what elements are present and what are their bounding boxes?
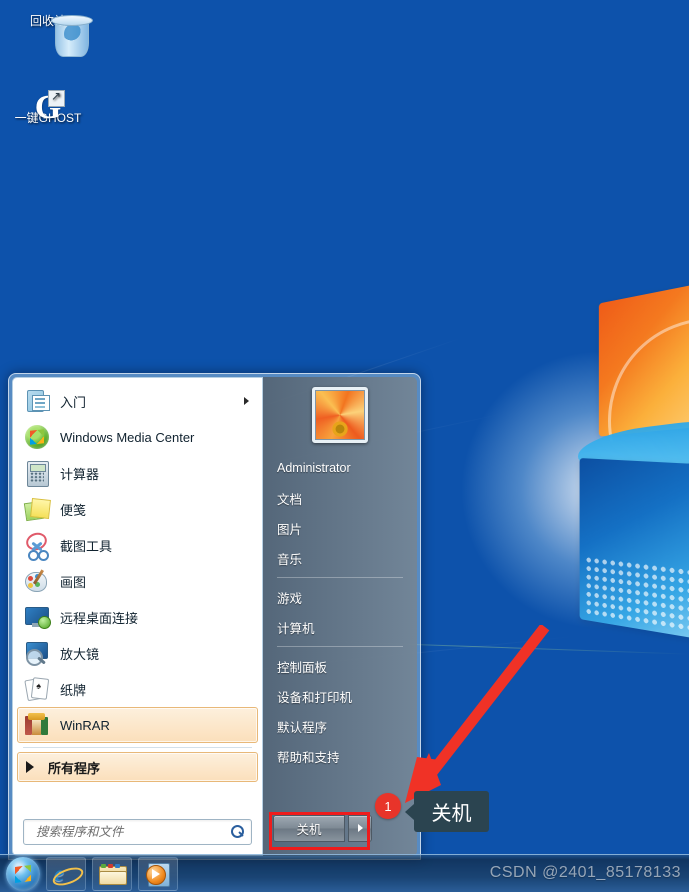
start-item-label: 便笺 — [60, 502, 87, 518]
avatar-wrap — [263, 387, 417, 443]
start-item-label: 放大镜 — [60, 646, 100, 662]
desktop-screen: 回收站 G 一键GHOST 入门 Windows Media Cen — [0, 0, 689, 892]
start-item-calculator[interactable]: 计算器 — [17, 455, 258, 491]
chevron-right-icon — [244, 397, 249, 405]
avatar[interactable] — [312, 387, 368, 443]
start-item-windows-media-center[interactable]: Windows Media Center — [17, 419, 258, 455]
search-box[interactable] — [23, 819, 252, 845]
start-item-label: 计算器 — [60, 466, 100, 482]
taskbar-windows-explorer[interactable] — [92, 856, 132, 891]
start-item-label: WinRAR — [60, 717, 110, 733]
magnifier-icon — [24, 640, 50, 666]
search-input[interactable] — [34, 824, 230, 840]
start-item-solitaire[interactable]: 纸牌 — [17, 671, 258, 707]
start-menu: 入门 Windows Media Center 计算器 便笺 截图工具 画图 远… — [8, 373, 421, 860]
start-menu-left-pane: 入门 Windows Media Center 计算器 便笺 截图工具 画图 远… — [12, 377, 263, 856]
media-player-icon — [146, 862, 170, 887]
getting-started-icon — [24, 388, 50, 414]
start-item-sticky-notes[interactable]: 便笺 — [17, 491, 258, 527]
folder-icon — [99, 863, 127, 885]
start-item-paint[interactable]: 画图 — [17, 563, 258, 599]
right-item-label: 计算机 — [277, 621, 315, 636]
right-item-label: 默认程序 — [277, 720, 328, 735]
right-item-label: 控制面板 — [277, 660, 328, 675]
start-item-label: 纸牌 — [60, 682, 87, 698]
start-item-label: 入门 — [60, 394, 87, 410]
calculator-icon — [24, 460, 50, 487]
program-list: 入门 Windows Media Center 计算器 便笺 截图工具 画图 远… — [13, 378, 262, 743]
user-name-label: Administrator — [277, 461, 351, 475]
annotation-highlight-box — [269, 812, 370, 850]
windows-logo-wallpaper — [460, 275, 689, 647]
start-item-label: 画图 — [60, 574, 87, 590]
chevron-right-icon — [26, 761, 34, 773]
right-item-devices-printers[interactable]: 设备和打印机 — [263, 681, 417, 711]
start-item-snipping-tool[interactable]: 截图工具 — [17, 527, 258, 563]
right-item-pictures[interactable]: 图片 — [263, 513, 417, 543]
right-item-default-programs[interactable]: 默认程序 — [263, 711, 417, 741]
right-item-documents[interactable]: 文档 — [263, 483, 417, 513]
step-number: 1 — [384, 798, 392, 814]
all-programs-label: 所有程序 — [48, 760, 101, 776]
internet-explorer-icon: e — [50, 861, 86, 889]
start-item-getting-started[interactable]: 入门 — [17, 383, 258, 419]
start-menu-right-pane: Administrator 文档 图片 音乐 游戏 计算机 控制面板 设备和打印… — [263, 377, 417, 856]
desktop-icon-ghost[interactable]: G 一键GHOST — [2, 89, 94, 126]
start-item-label: 远程桌面连接 — [60, 610, 139, 626]
callout-text: 关机 — [431, 803, 472, 825]
search-icon — [230, 824, 245, 840]
right-item-computer[interactable]: 计算机 — [263, 612, 417, 642]
annotation-arrow — [405, 625, 550, 803]
winrar-icon — [24, 712, 50, 738]
right-item-label: 图片 — [277, 522, 303, 537]
solitaire-icon — [24, 676, 50, 702]
right-item-label: 音乐 — [277, 552, 303, 567]
remote-desktop-icon — [24, 604, 51, 630]
right-item-help-support[interactable]: 帮助和支持 — [263, 741, 417, 771]
annotation-callout: 关机 — [405, 791, 489, 832]
all-programs-button[interactable]: 所有程序 — [17, 752, 258, 782]
right-item-label: 帮助和支持 — [277, 750, 340, 765]
user-name: Administrator — [263, 453, 417, 483]
start-item-remote-desktop[interactable]: 远程桌面连接 — [17, 599, 258, 635]
start-item-winrar[interactable]: WinRAR — [17, 707, 258, 743]
taskbar-windows-media-player[interactable] — [138, 856, 178, 891]
right-item-games[interactable]: 游戏 — [263, 582, 417, 612]
start-item-magnifier[interactable]: 放大镜 — [17, 635, 258, 671]
desktop-icon-recycle-bin[interactable]: 回收站 — [6, 10, 93, 57]
watermark: CSDN @2401_85178133 — [489, 864, 681, 881]
right-item-control-panel[interactable]: 控制面板 — [263, 651, 417, 681]
right-item-label: 游戏 — [277, 591, 303, 606]
right-pane-divider — [277, 646, 403, 647]
paint-icon — [24, 568, 50, 594]
right-item-label: 文档 — [277, 492, 303, 507]
logo-pane-blue — [579, 458, 689, 647]
taskbar-internet-explorer[interactable]: e — [46, 856, 86, 891]
snipping-tool-icon — [23, 530, 50, 561]
right-item-label: 设备和打印机 — [277, 690, 353, 705]
annotation-step-badge: 1 — [375, 793, 401, 819]
sticky-notes-icon — [23, 496, 51, 522]
start-item-label: 截图工具 — [60, 538, 113, 554]
right-item-music[interactable]: 音乐 — [263, 543, 417, 573]
search-area — [13, 811, 262, 855]
windows-logo-icon — [15, 864, 31, 883]
start-button[interactable] — [6, 856, 40, 891]
windows-media-center-icon — [24, 424, 50, 450]
left-pane-divider — [23, 747, 252, 748]
places-list: 文档 图片 音乐 游戏 计算机 控制面板 设备和打印机 默认程序 帮助和支持 — [263, 483, 417, 771]
right-pane-divider — [277, 577, 403, 578]
start-item-label: Windows Media Center — [60, 429, 195, 445]
